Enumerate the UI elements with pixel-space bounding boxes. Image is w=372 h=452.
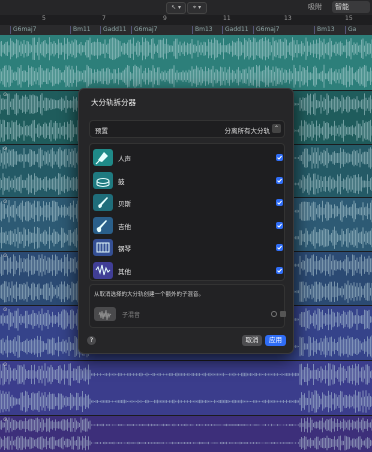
- microphone-icon: [93, 149, 113, 166]
- apply-button[interactable]: 应用: [265, 335, 286, 346]
- preset-label: 预置: [95, 127, 108, 135]
- region-loop-icon: ⊙: [3, 417, 8, 423]
- waveform-icon: [0, 363, 372, 413]
- stem-label: 其他: [118, 268, 131, 276]
- preset-value: 分离所有大分轨: [224, 127, 271, 135]
- stem-row[interactable]: 人声: [90, 147, 286, 169]
- chord-label: Gadd11: [100, 26, 127, 34]
- stem-checkbox[interactable]: [276, 244, 283, 252]
- stem-row[interactable]: 贝斯: [90, 192, 286, 214]
- chord-label: Bm11: [70, 26, 91, 34]
- stem-label: 吉他: [118, 222, 131, 231]
- stem-label: 人声: [118, 155, 131, 163]
- waveform-icon: [0, 417, 372, 451]
- waveform-icon: [93, 262, 113, 279]
- audio-track-region[interactable]: [0, 35, 372, 90]
- region-loop-icon: ⊙: [3, 253, 8, 259]
- bar-number: 9: [163, 15, 167, 22]
- stem-row[interactable]: 其他: [90, 260, 286, 282]
- pointer-tool-menu[interactable]: ↖ ▾: [166, 2, 186, 14]
- region-loop-icon: ⊙: [3, 307, 8, 313]
- toolbar: ↖ ▾ ⌖ ▾ 吸附 智能: [0, 0, 372, 16]
- submix-label: 子混音: [122, 312, 141, 319]
- snap-select[interactable]: 智能: [332, 1, 370, 13]
- submix-description: 从取消选择的大分轨创建一个额外的子混音。: [94, 292, 205, 298]
- stem-checkbox[interactable]: [276, 267, 283, 274]
- stem-label: 钢琴: [118, 245, 131, 254]
- chord-label: Bm13: [314, 26, 335, 34]
- submix-radio[interactable]: [271, 311, 277, 317]
- stem-splitter-dialog: 大分轨拆分器 预置 分离所有大分轨 ⌃ 人声鼓贝斯吉他钢琴其他 从取消选择的大分…: [78, 88, 294, 354]
- audio-track-region[interactable]: ⊙: [0, 416, 372, 452]
- submix-waveform-icon: [94, 307, 116, 321]
- region-loop-icon: ⊙: [3, 92, 8, 98]
- bar-number: 7: [102, 15, 106, 22]
- preset-selector[interactable]: 预置 分离所有大分轨 ⌃: [89, 120, 285, 138]
- marquee-tool-menu[interactable]: ⌖ ▾: [187, 2, 207, 14]
- stem-row[interactable]: 钢琴: [90, 237, 286, 259]
- chord-label: Gadd11: [222, 26, 249, 34]
- stem-list: 人声鼓贝斯吉他钢琴其他: [89, 143, 285, 281]
- snap-label: 吸附: [308, 3, 322, 11]
- stem-label: 贝斯: [118, 200, 131, 209]
- region-loop-icon: ⊙: [3, 146, 8, 152]
- audio-track-region[interactable]: ⊙: [0, 361, 372, 415]
- stem-row[interactable]: 吉他: [90, 215, 286, 237]
- stem-label: 鼓: [118, 177, 125, 186]
- region-loop-icon: ⊙: [3, 362, 8, 368]
- bass-guitar-icon: [93, 194, 113, 212]
- chevron-updown-icon[interactable]: ⌃: [272, 124, 281, 133]
- chord-label: G6maj7: [10, 26, 36, 34]
- chord-label: G6maj7: [253, 26, 279, 34]
- bar-number: 11: [223, 15, 231, 22]
- submix-panel: 从取消选择的大分轨创建一个额外的子混音。 子混音: [89, 284, 286, 328]
- chord-label: G6maj7: [131, 26, 157, 34]
- stem-checkbox[interactable]: [276, 199, 283, 207]
- stem-row[interactable]: 鼓: [90, 170, 286, 192]
- help-button[interactable]: ?: [87, 336, 96, 345]
- chord-track: G6maj7 Bm11 Gadd11 G6maj7 Bm13 Gadd11 G6…: [0, 25, 372, 35]
- waveform-icon: [0, 37, 372, 88]
- region-loop-icon: ⊙: [3, 199, 8, 205]
- drums-icon: [93, 171, 113, 189]
- bar-number: 5: [42, 15, 46, 22]
- bar-number: 15: [345, 15, 353, 22]
- stem-checkbox[interactable]: [276, 154, 283, 161]
- stem-checkbox[interactable]: [276, 221, 283, 229]
- dialog-title: 大分轨拆分器: [91, 98, 136, 107]
- chord-label: Bm13: [192, 26, 213, 34]
- bar-number: 13: [284, 15, 292, 22]
- cancel-button[interactable]: 取消: [242, 335, 262, 346]
- submix-checkbox[interactable]: [280, 311, 286, 317]
- piano-icon: [93, 239, 113, 257]
- guitar-icon: [93, 216, 113, 234]
- chord-label: Ga: [345, 26, 356, 34]
- stem-checkbox[interactable]: [276, 176, 283, 184]
